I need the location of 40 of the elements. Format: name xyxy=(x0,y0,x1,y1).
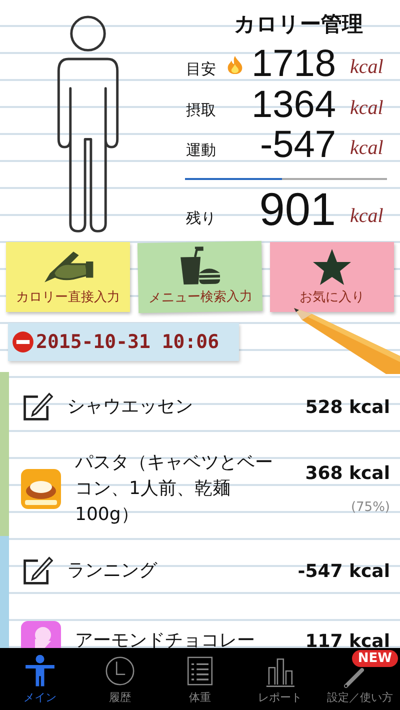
portion-percent: (75%) xyxy=(350,500,390,516)
stat-value: -547 xyxy=(258,126,336,164)
tab-button[interactable]: レポート xyxy=(240,648,320,710)
entry-calories: 117 kcal xyxy=(305,630,390,648)
pasta-plate-icon xyxy=(21,469,61,510)
stat-label: 運動 xyxy=(186,141,217,162)
edit-icon xyxy=(21,391,53,423)
unit-label: kcal xyxy=(350,56,384,80)
new-badge: NEW xyxy=(352,650,398,667)
unit-label: kcal xyxy=(350,137,384,162)
sticky-note-button[interactable]: お気に入り xyxy=(270,242,394,312)
screen-title: カロリー管理 xyxy=(233,11,364,38)
unit-label: kcal xyxy=(350,204,384,229)
stat-label: 残り xyxy=(186,208,217,229)
entry-row[interactable]: パスタ（キャベツとベーコン、1人前、乾麺100g） 368 kcal (75%) xyxy=(9,442,400,536)
tab-button[interactable]: 履歴 xyxy=(80,648,160,710)
unit-label: kcal xyxy=(350,96,384,121)
entry-row[interactable]: シャウエッセン 528 kcal xyxy=(9,372,400,442)
entry-calories: -547 kcal xyxy=(298,560,390,582)
entry-row[interactable]: ランニング -547 kcal xyxy=(9,536,400,606)
entry-name: ランニング xyxy=(67,559,158,584)
entry-name: シャウエッセン xyxy=(67,394,194,419)
remaining-value: 901 xyxy=(258,186,336,232)
stat-label: 目安 xyxy=(186,60,217,80)
sticky-note-button[interactable]: メニュー検索入力 xyxy=(137,240,263,314)
stat-value: 1718 xyxy=(250,44,336,83)
tab-button[interactable]: メイン xyxy=(0,648,80,710)
stat-value: 1364 xyxy=(250,86,336,124)
person-icon xyxy=(23,654,57,688)
star-icon xyxy=(312,248,352,286)
entry-calories: 368 kcal xyxy=(305,463,390,484)
tab-button[interactable]: NEW 設定／使い方 xyxy=(320,648,400,710)
entry-calories: 528 kcal xyxy=(305,396,390,418)
tab-button[interactable]: 体重 xyxy=(160,648,240,710)
entry-name: パスタ（キャベツとベーコン、1人前、乾麺100g） xyxy=(75,451,274,528)
no-entry-icon xyxy=(12,331,34,353)
sticky-note-button[interactable]: カロリー直接入力 xyxy=(6,242,130,312)
date-label: 2015-10-31 10:06 xyxy=(8,323,240,361)
stat-label: 摂取 xyxy=(186,100,217,121)
edit-icon xyxy=(21,555,53,588)
